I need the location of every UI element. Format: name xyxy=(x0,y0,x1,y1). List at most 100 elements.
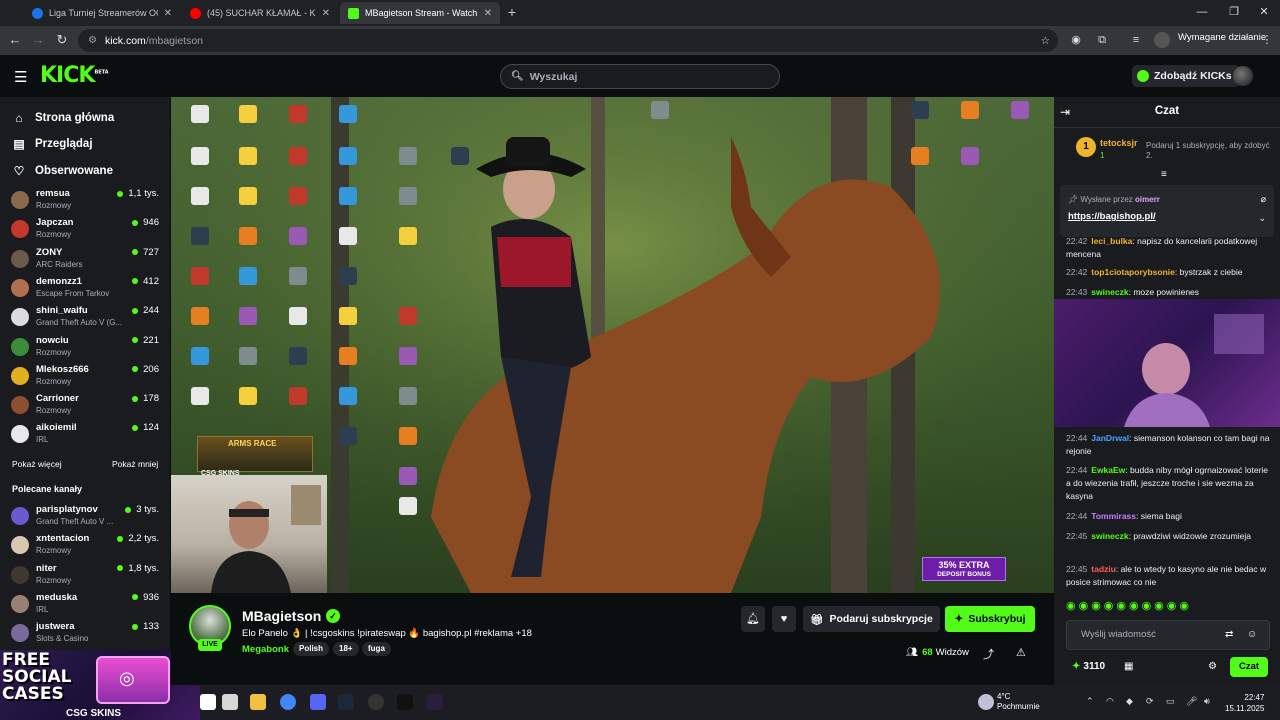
sidebar-item-following[interactable]: ♡ Obserwowane xyxy=(12,164,113,178)
notification-bell-icon[interactable]: 🔔︎ xyxy=(741,606,765,632)
chat-message[interactable]: 22:42 leci_bulka: napisz do kancelarii po… xyxy=(1066,235,1274,261)
sidebar-channel[interactable]: demonzz1 Escape From Tarkov 412 xyxy=(0,273,170,302)
browser-tab-2[interactable]: (45) SUCHAR KŁAMAŁ - KICK PL ✕ xyxy=(182,2,338,24)
menu-kebab-icon[interactable]: ⋮ xyxy=(1259,32,1275,48)
message-username[interactable]: EwkaEw xyxy=(1091,465,1125,475)
sidebar-channel[interactable]: xntentacion Rozmowy 2,2 tys. xyxy=(0,530,170,559)
volume-icon[interactable]: 🔊︎ xyxy=(1204,696,1210,707)
windows-start-icon[interactable] xyxy=(200,694,216,710)
chat-message[interactable]: 22:44 Tommirass: siema bagi xyxy=(1066,510,1274,523)
sidebar-channel[interactable]: nowciu Rozmowy 221 xyxy=(0,332,170,361)
share-icon[interactable]: ⤴ xyxy=(983,646,994,662)
required-action-button[interactable]: Wymagane działanie xyxy=(1178,32,1266,43)
show-less-link[interactable]: Pokaż mniej xyxy=(112,459,158,469)
sidebar-channel[interactable]: niter Rozmowy 1,8 tys. xyxy=(0,560,170,589)
category-link[interactable]: Megabonk xyxy=(242,644,289,655)
bookmark-star-icon[interactable]: ☆ xyxy=(1041,35,1050,47)
kick-logo[interactable]: KICKBETA xyxy=(40,63,109,88)
microphone-icon[interactable]: 🎤︎ xyxy=(1186,696,1197,707)
window-close-icon[interactable]: ✕ xyxy=(1254,4,1274,20)
obs-icon[interactable] xyxy=(368,694,384,710)
subscribe-button[interactable]: ✦ Subskrybuj xyxy=(945,606,1035,632)
sidebar-channel[interactable]: Mlekosz666 Rozmowy 206 xyxy=(0,361,170,390)
chat-settings-icon[interactable]: ⚙ xyxy=(1208,661,1217,672)
show-more-link[interactable]: Pokaż więcej xyxy=(12,459,62,469)
sync-icon[interactable]: ⟳ xyxy=(1146,696,1154,707)
sidebar-channel[interactable]: ZONY ARC Raiders 727 xyxy=(0,244,170,273)
media-icon[interactable]: ≡ xyxy=(1128,32,1144,48)
chat-send-button[interactable]: Czat xyxy=(1230,657,1268,677)
top-gifter-name[interactable]: tetocksjr xyxy=(1100,138,1138,148)
file-explorer-icon[interactable] xyxy=(250,694,266,710)
browser-tab-3[interactable]: MBagietson Stream - Watch Liv ✕ xyxy=(340,2,500,24)
extension-icon[interactable]: ◉ xyxy=(1068,32,1084,48)
chevron-down-icon[interactable]: ⌄ xyxy=(1258,213,1266,224)
message-username[interactable]: JanDrwal xyxy=(1091,433,1129,443)
weather-widget[interactable]: 4°C Pochmurnie xyxy=(997,692,1040,712)
steam-icon[interactable] xyxy=(338,694,354,710)
maximize-icon[interactable]: ❐ xyxy=(1224,4,1244,20)
sidebar-channel[interactable]: aikoiemil IRL 124 xyxy=(0,419,170,448)
tag-badge[interactable]: fuga xyxy=(362,642,391,656)
user-avatar[interactable] xyxy=(1233,66,1253,86)
message-username[interactable]: swineczk xyxy=(1091,287,1128,297)
hamburger-menu-icon[interactable]: ☰ xyxy=(14,68,27,86)
message-username[interactable]: swineczk xyxy=(1091,531,1128,541)
follow-heart-icon[interactable]: ♥ xyxy=(772,606,796,632)
pinned-message[interactable]: 📌︎ Wysłane przez oimerr https://bagishop… xyxy=(1060,185,1274,237)
chat-message[interactable]: 22:44 EwkaEw: budda niby mógł ogrnaizować… xyxy=(1066,464,1274,503)
chat-message[interactable]: 22:45 swineczk: prawdziwi widzowie zrozum… xyxy=(1066,530,1274,543)
puzzle-icon[interactable]: ⧉ xyxy=(1094,32,1110,48)
discord-icon[interactable] xyxy=(310,694,326,710)
sidebar-channel[interactable]: Carrioner Rozmowy 178 xyxy=(0,390,170,419)
app-icon[interactable] xyxy=(397,694,413,710)
url-bar[interactable]: ⚙ kick.com/mbagietson ☆ xyxy=(78,29,1058,52)
expand-leaderboard-icon[interactable]: ≡ xyxy=(1161,169,1167,180)
store-icon[interactable]: ▦ xyxy=(1124,661,1133,672)
sidebar-channel[interactable]: remsua Rozmowy 1,1 tys. xyxy=(0,185,170,214)
profile-icon[interactable] xyxy=(1154,32,1170,48)
chat-message[interactable]: 22:45 tadziu: ale to wtedy to kasyno ale … xyxy=(1066,563,1274,589)
message-username[interactable]: leci_bulka xyxy=(1091,236,1132,246)
chat-message[interactable]: 22:44 JanDrwal: siemanson kolanson co tam… xyxy=(1066,432,1274,458)
channel-name[interactable]: MBagietson xyxy=(242,608,321,624)
tag-badge[interactable]: 18+ xyxy=(333,642,359,656)
close-icon[interactable]: ✕ xyxy=(322,8,330,19)
task-view-icon[interactable] xyxy=(222,694,238,710)
sidebar-item-browse[interactable]: ▤ Przeglądaj xyxy=(12,137,92,151)
new-tab-button[interactable]: + xyxy=(504,4,520,20)
chat-message[interactable]: 22:42 top1ciotaporybsonie: bystrzak z cie… xyxy=(1066,266,1274,279)
chat-message[interactable]: 22:43 swineczk: moze powinienes xyxy=(1066,286,1274,299)
reload-icon[interactable]: ↻ xyxy=(54,32,70,48)
back-icon[interactable]: ← xyxy=(7,32,23,48)
video-player[interactable]: ARMS RACE CSG SKINS 35% EXTRA DEPOSIT BO… xyxy=(171,97,1054,593)
sidebar-channel[interactable]: justwera Slots & Casino 133 xyxy=(0,618,170,647)
tray-app-icon[interactable]: ◆ xyxy=(1126,696,1133,707)
close-icon[interactable]: ✕ xyxy=(484,8,492,19)
message-username[interactable]: top1ciotaporybsonie xyxy=(1091,267,1175,277)
network-icon[interactable]: ▭ xyxy=(1166,696,1175,707)
tag-badge[interactable]: Polish xyxy=(293,642,330,656)
kicks-points[interactable]: ✦ 3110 xyxy=(1072,661,1105,672)
sidebar-channel[interactable]: parisplatynov Grand Theft Auto V ... 3 tys… xyxy=(0,501,170,530)
sidebar-channel[interactable]: shini_waifu Grand Theft Auto V (G... 244 xyxy=(0,302,170,331)
close-icon[interactable]: ✕ xyxy=(164,8,172,19)
minimize-icon[interactable]: — xyxy=(1192,4,1212,20)
sidebar-channel[interactable]: Japczan Rozmowy 946 xyxy=(0,214,170,243)
headset-icon[interactable]: ◠ xyxy=(1106,696,1114,707)
get-kicks-button[interactable]: Zdobądź KICKs xyxy=(1132,65,1240,87)
emoji-icon[interactable]: ☺ xyxy=(1247,621,1257,649)
sidebar-item-home[interactable]: ⌂ Strona główna xyxy=(12,111,114,125)
search-input[interactable]: 🔍︎ Wyszukaj xyxy=(500,64,780,89)
emote-bar[interactable]: ◉◉◉◉◉◉◉◉◉◉ xyxy=(1066,599,1192,612)
gift-subscription-button[interactable]: 🎁︎ Podaruj subskrypcje xyxy=(803,606,940,632)
report-warning-icon[interactable]: ⚠ xyxy=(1016,646,1026,659)
site-info-icon[interactable]: ⚙ xyxy=(88,35,97,46)
unpin-icon[interactable]: ⌀ xyxy=(1261,194,1266,205)
ad-banner[interactable]: FREE SOCIAL CASES ◎ CSG SKINS xyxy=(0,650,200,720)
forward-icon[interactable]: → xyxy=(30,32,46,48)
tray-chevron-icon[interactable]: ⌃ xyxy=(1086,696,1094,707)
chrome-icon[interactable] xyxy=(280,694,296,710)
message-username[interactable]: Tommirass xyxy=(1091,511,1136,521)
app-icon[interactable] xyxy=(427,694,443,710)
